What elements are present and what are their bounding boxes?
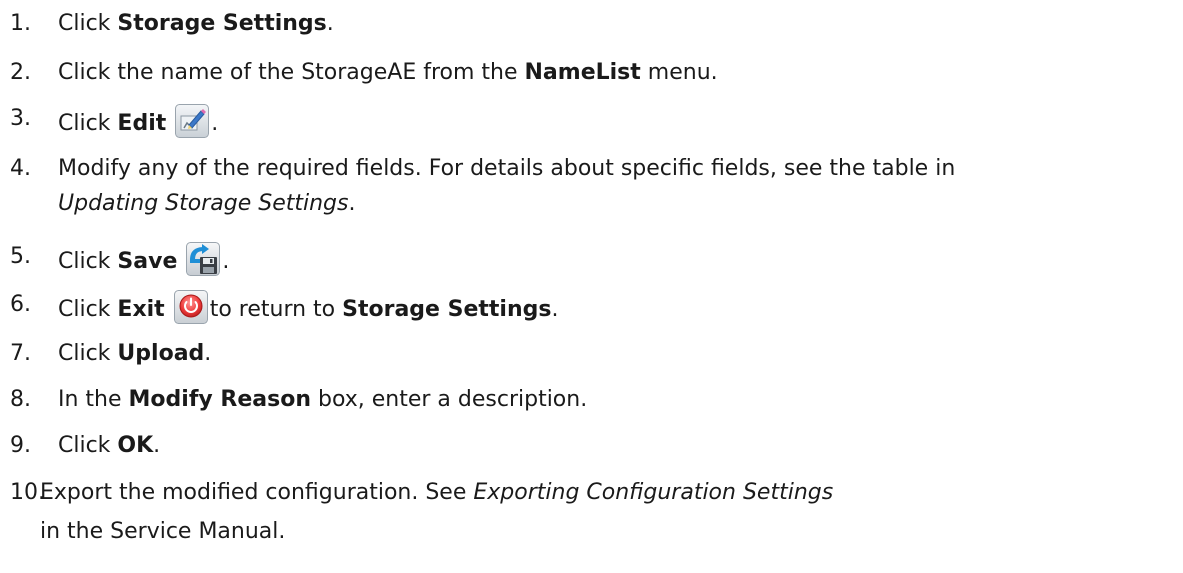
step-text-plain: . [326, 11, 334, 36]
step-text: Click the name of the StorageAE from the… [58, 58, 718, 88]
cross-reference-exporting-configuration-settings: Exporting Configuration Settings [473, 480, 834, 505]
step-text-plain: Click [58, 249, 118, 274]
step-text-plain: Click [58, 341, 118, 366]
ui-term-upload: Upload [117, 341, 205, 366]
ui-term-ok: OK [117, 433, 154, 458]
step-text-plain: . [211, 111, 219, 136]
ui-term-save: Save [117, 249, 178, 274]
step-text-plain: Click [58, 433, 118, 458]
ui-term-storage-settings: Storage Settings [117, 11, 327, 36]
step-text-plain: . [204, 341, 212, 366]
step-text: Click Upload. [58, 339, 211, 369]
exit-icon [173, 290, 208, 324]
step-number: 1. [10, 11, 31, 36]
step-number: 7. [10, 341, 31, 366]
ui-term-modify-reason: Modify Reason [128, 387, 311, 412]
edit-icon [175, 104, 210, 138]
ui-term-exit: Exit [117, 297, 165, 322]
step-text-plain: . [551, 297, 559, 322]
step-text-plain: Click [58, 297, 118, 322]
step-text-plain: Click [58, 111, 118, 136]
step-text: Modify any of the required fields. For d… [58, 154, 955, 219]
step-text-plain: Click the name of the StorageAE from the [58, 60, 525, 85]
ui-term-namelist: NameList [524, 60, 641, 85]
save-icon [186, 242, 221, 276]
step-text: Click Exit to return to Storage Settings… [58, 290, 558, 325]
step-text: Click Save . [58, 242, 229, 277]
step-number: 3. [10, 106, 31, 131]
ui-term-storage-settings: Storage Settings [342, 297, 552, 322]
step-text: In the Modify Reason box, enter a descri… [58, 385, 587, 415]
step-number: 2. [10, 60, 31, 85]
step-text-plain: Click [58, 11, 118, 36]
step-text-plain: . [348, 191, 356, 216]
step-number: 4. [10, 156, 31, 181]
step-number: 5. [10, 244, 31, 269]
step-text-plain: Export the modified configuration. See [40, 480, 474, 505]
step-number: 9. [10, 433, 31, 458]
step-text-plain: menu. [640, 60, 718, 85]
step-text-plain: box, enter a description. [310, 387, 588, 412]
step-text: Export the modified configuration. See E… [40, 478, 833, 547]
step-text-plain: Modify any of the required fields. For d… [58, 156, 956, 181]
step-number: 6. [10, 292, 31, 317]
step-number: 8. [10, 387, 31, 412]
step-text: Click OK. [58, 431, 160, 461]
step-text-plain: . [153, 433, 161, 458]
step-text-plain: In the [58, 387, 129, 412]
step-text-plain: to return to [209, 297, 343, 322]
cross-reference-updating-storage-settings: Updating Storage Settings [58, 191, 349, 216]
step-text-plain: in the Service Manual. [40, 519, 286, 544]
step-text: Click Storage Settings. [58, 9, 334, 39]
step-text: Click Edit . [58, 104, 218, 139]
step-text-plain: . [222, 249, 230, 274]
ui-term-edit: Edit [117, 111, 167, 136]
